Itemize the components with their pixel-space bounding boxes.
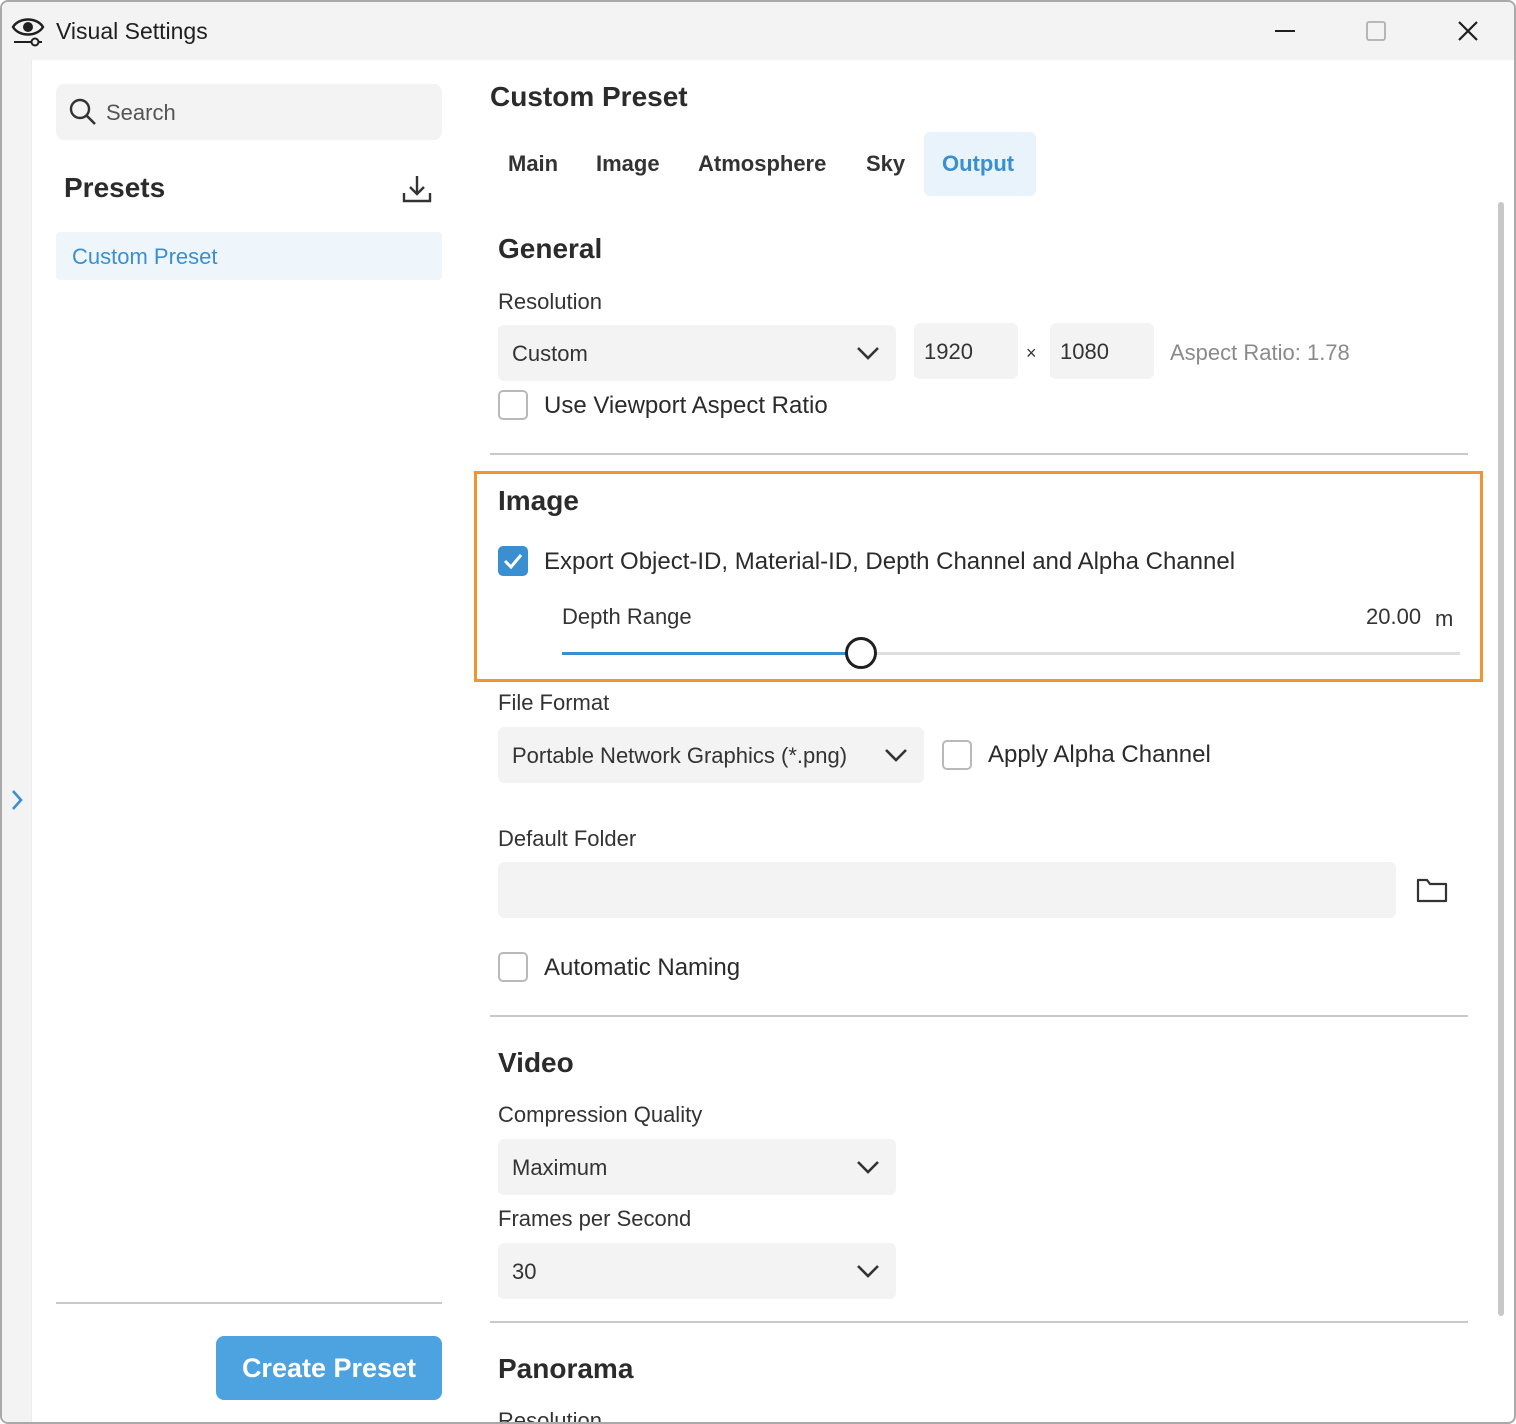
maximize-button[interactable] <box>1330 2 1422 60</box>
fps-label: Frames per Second <box>498 1206 692 1231</box>
height-value: 1080 <box>1060 339 1109 364</box>
depth-range-slider[interactable] <box>562 637 1460 669</box>
fps-value: 30 <box>512 1259 537 1284</box>
scrollbar[interactable] <box>1498 202 1504 1316</box>
default-folder-label: Default Folder <box>498 826 637 851</box>
preset-item-label: Custom Preset <box>72 244 218 269</box>
tab-sky[interactable]: Sky <box>848 132 924 196</box>
export-channels-checkbox[interactable] <box>498 546 528 576</box>
folder-icon[interactable] <box>1415 875 1449 905</box>
depth-range-value: 20.00 <box>1366 604 1422 629</box>
height-input[interactable]: 1080 <box>1050 323 1154 379</box>
tab-image[interactable]: Image <box>578 132 680 196</box>
search-input[interactable]: Search <box>56 84 442 140</box>
times-sign: × <box>1026 343 1037 363</box>
close-icon <box>1458 21 1478 41</box>
default-folder-input[interactable] <box>498 862 1396 918</box>
resolution-label: Resolution <box>498 289 602 314</box>
minimize-icon <box>1275 30 1295 32</box>
page-title: Custom Preset <box>490 81 688 112</box>
tab-atmosphere[interactable]: Atmosphere <box>680 132 848 196</box>
window-title: Visual Settings <box>56 18 208 44</box>
depth-range-unit: m <box>1435 606 1454 631</box>
viewport-aspect-label: Use Viewport Aspect Ratio <box>544 392 828 419</box>
automatic-naming-checkbox[interactable] <box>498 952 528 982</box>
sidebar-divider <box>56 1302 442 1304</box>
slider-thumb[interactable] <box>845 637 878 669</box>
presets-heading: Presets <box>64 172 166 203</box>
apply-alpha-label: Apply Alpha Channel <box>988 741 1211 768</box>
maximize-icon <box>1366 21 1386 41</box>
slider-fill <box>562 652 862 655</box>
panorama-resolution-label: Resolution <box>498 1408 602 1424</box>
chevron-down-icon <box>885 749 907 762</box>
search-placeholder: Search <box>106 100 176 125</box>
import-icon[interactable] <box>400 172 434 206</box>
video-heading: Video <box>498 1047 574 1078</box>
resolution-select[interactable]: Custom <box>498 325 896 381</box>
image-heading: Image <box>498 485 579 516</box>
general-heading: General <box>498 233 603 264</box>
width-input[interactable]: 1920 <box>914 323 1018 379</box>
tab-output[interactable]: Output <box>924 132 1036 196</box>
apply-alpha-checkbox[interactable] <box>942 740 972 770</box>
preset-item-custom[interactable]: Custom Preset <box>56 232 442 280</box>
chevron-down-icon <box>857 1265 879 1278</box>
chevron-right-icon[interactable] <box>6 787 28 813</box>
highlight-box <box>474 471 1483 682</box>
section-divider <box>490 1015 1468 1017</box>
export-channels-label: Export Object-ID, Material-ID, Depth Cha… <box>544 548 1236 575</box>
close-button[interactable] <box>1422 2 1514 60</box>
chevron-down-icon <box>857 1161 879 1174</box>
compression-quality-select[interactable]: Maximum <box>498 1139 896 1195</box>
checkmark-icon <box>503 554 523 570</box>
file-format-value: Portable Network Graphics (*.png) <box>512 743 848 768</box>
visual-settings-window: Visual Settings Search Presets Custom Pr… <box>0 0 1516 1424</box>
compression-quality-label: Compression Quality <box>498 1102 703 1127</box>
tab-main[interactable]: Main <box>490 132 578 196</box>
collapsed-panel-strip <box>2 60 32 1422</box>
panorama-heading: Panorama <box>498 1353 634 1384</box>
section-divider <box>490 453 1468 455</box>
create-preset-button[interactable]: Create Preset <box>216 1336 442 1400</box>
minimize-button[interactable] <box>1239 2 1331 60</box>
resolution-select-value: Custom <box>512 341 588 366</box>
viewport-aspect-checkbox[interactable] <box>498 390 528 420</box>
compression-quality-value: Maximum <box>512 1155 608 1180</box>
title-bar: Visual Settings <box>2 2 1514 60</box>
app-eye-icon <box>11 18 45 47</box>
fps-select[interactable]: 30 <box>498 1243 896 1299</box>
search-icon <box>69 98 96 125</box>
file-format-select[interactable]: Portable Network Graphics (*.png) <box>498 727 924 783</box>
depth-range-label: Depth Range <box>562 604 692 629</box>
file-format-label: File Format <box>498 690 610 715</box>
section-divider <box>490 1321 1468 1323</box>
aspect-ratio-text: Aspect Ratio: 1.78 <box>1170 340 1350 365</box>
chevron-down-icon <box>857 347 879 360</box>
automatic-naming-label: Automatic Naming <box>544 954 741 981</box>
width-value: 1920 <box>924 339 973 364</box>
